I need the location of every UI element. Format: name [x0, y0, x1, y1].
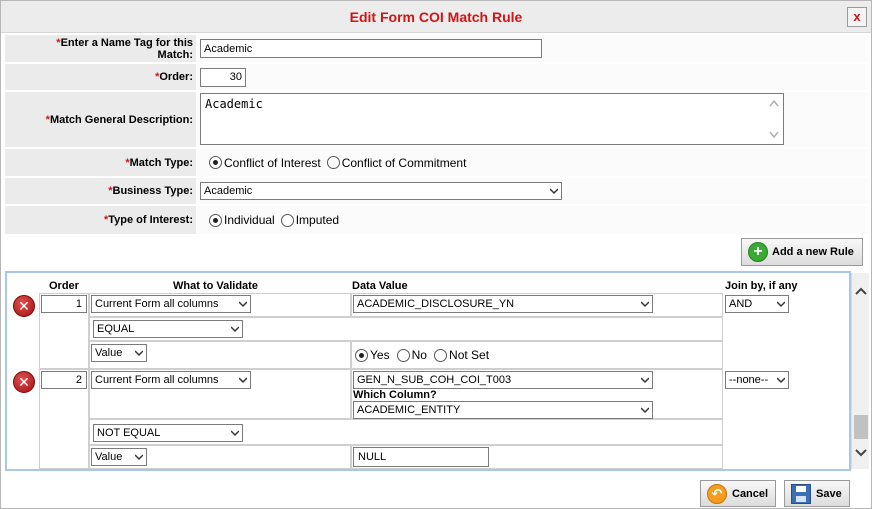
rule1-yes-radio[interactable]	[355, 348, 368, 362]
conflict-of-interest-radio[interactable]	[209, 156, 222, 169]
which-column-label: Which Column?	[353, 389, 437, 401]
imputed-label: Imputed	[295, 213, 340, 227]
chevron-down-icon	[135, 350, 143, 357]
chevron-down-icon	[777, 377, 785, 384]
chevron-down-icon	[641, 301, 649, 308]
rule1-delete-icon[interactable]: ✕	[13, 295, 35, 317]
rule1-yes-no-group: Yes No Not Set	[351, 348, 489, 362]
what-header: What to Validate	[173, 280, 258, 292]
rule2-data-value-select[interactable]: GEN_N_SUB_COH_COI_T003	[353, 371, 653, 389]
scroll-down-icon[interactable]	[852, 443, 870, 461]
description-text: Academic	[205, 97, 263, 111]
textarea-scrollbar[interactable]	[767, 98, 781, 142]
conflict-of-commitment-label: Conflict of Commitment	[341, 155, 467, 170]
undo-icon: ↶	[707, 483, 727, 504]
save-button[interactable]: Save	[784, 480, 850, 507]
rule2-join-select[interactable]: --none--	[725, 371, 789, 389]
chevron-down-icon	[641, 407, 649, 414]
rule2-what-select[interactable]: Current Form all columns	[91, 371, 251, 389]
rule2-order-input[interactable]: 2	[41, 371, 87, 389]
cancel-button[interactable]: ↶ Cancel	[700, 480, 776, 507]
name-tag-input[interactable]	[200, 39, 542, 58]
add-rule-button[interactable]: + Add a new Rule	[741, 238, 863, 266]
description-row: *Match General Description: Academic	[5, 92, 869, 147]
rule1-value-type-select[interactable]: Value	[91, 344, 147, 362]
rule1-operator-select[interactable]: EQUAL	[93, 320, 243, 338]
rules-panel: Order What to Validate Data Value Join b…	[5, 271, 851, 471]
match-type-label: *Match Type:	[5, 149, 196, 176]
conflict-of-interest-label: Conflict of Interest	[224, 155, 321, 170]
description-textarea[interactable]: Academic	[200, 93, 784, 145]
rules-scrollbar[interactable]	[851, 273, 869, 469]
individual-radio[interactable]	[209, 213, 222, 227]
rule1-order-input[interactable]: 1	[41, 295, 87, 313]
chevron-down-icon	[231, 326, 239, 333]
type-of-interest-row: *Type of Interest: Individual Imputed	[5, 206, 869, 234]
data-value-header: Data Value	[352, 280, 408, 292]
chevron-down-icon	[239, 301, 247, 308]
rule2-operator-select[interactable]: NOT EQUAL	[93, 424, 243, 442]
order-label: *Order:	[5, 64, 196, 90]
chevron-down-icon	[777, 301, 785, 308]
business-type-row: *Business Type: Academic	[5, 178, 869, 204]
order-row: *Order:	[5, 64, 869, 90]
imputed-radio[interactable]	[280, 213, 294, 227]
close-button[interactable]: x	[847, 7, 867, 27]
rule1-data-value-select[interactable]: ACADEMIC_DISCLOSURE_YN	[353, 295, 653, 313]
name-tag-row: *Enter a Name Tag for this Match:	[5, 35, 869, 62]
individual-label: Individual	[224, 213, 275, 227]
business-type-select[interactable]: Academic	[200, 182, 562, 200]
rule1-join-select[interactable]: AND	[725, 295, 789, 313]
chevron-down-icon	[550, 188, 558, 195]
description-label: *Match General Description:	[5, 92, 196, 147]
rule2-which-column-select[interactable]: ACADEMIC_ENTITY	[353, 401, 653, 419]
rule1-not-set-radio[interactable]	[434, 348, 448, 362]
type-of-interest-label: *Type of Interest:	[5, 206, 196, 234]
match-type-row: *Match Type: Conflict of Interest Confli…	[5, 149, 869, 176]
plus-icon: +	[748, 242, 768, 262]
edit-rule-dialog: Edit Form COI Match Rule x *Enter a Name…	[0, 0, 872, 509]
chevron-down-icon	[135, 454, 143, 461]
scroll-up-icon[interactable]	[852, 283, 870, 301]
conflict-of-commitment-radio[interactable]	[326, 156, 340, 169]
rule2-value-type-select[interactable]: Value	[91, 448, 147, 466]
floppy-disk-icon	[791, 483, 811, 504]
dialog-title: Edit Form COI Match Rule	[349, 9, 523, 25]
order-header: Order	[49, 280, 79, 292]
chevron-down-icon	[231, 430, 239, 437]
dialog-titlebar: Edit Form COI Match Rule x	[1, 1, 871, 33]
scrollbar-thumb[interactable]	[854, 415, 868, 439]
business-type-label: *Business Type:	[5, 178, 196, 204]
order-input[interactable]	[200, 67, 246, 87]
chevron-down-icon	[239, 377, 247, 384]
name-tag-label: *Enter a Name Tag for this Match:	[5, 35, 196, 62]
join-header: Join by, if any	[725, 280, 798, 292]
rule2-delete-icon[interactable]: ✕	[13, 371, 35, 393]
rule2-value-input[interactable]: NULL	[353, 447, 489, 467]
rule1-no-radio[interactable]	[396, 348, 410, 362]
rule1-what-select[interactable]: Current Form all columns	[91, 295, 251, 313]
chevron-down-icon	[641, 377, 649, 384]
